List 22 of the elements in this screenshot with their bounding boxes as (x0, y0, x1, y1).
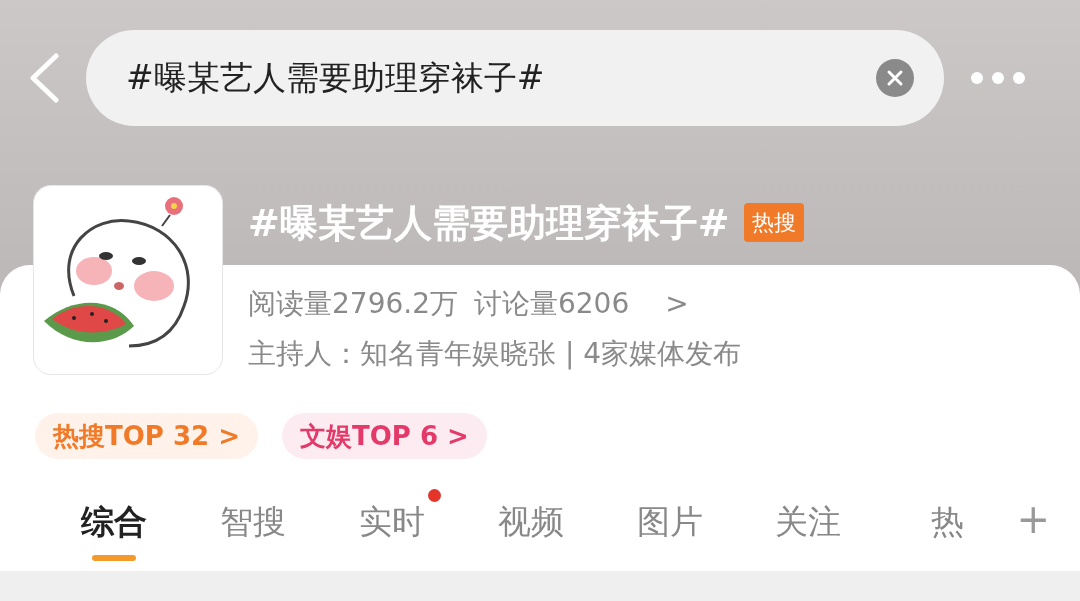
discussion-count: 讨论量6206 (474, 286, 630, 322)
tab[interactable]: 热 (930, 497, 964, 547)
tab-underline (92, 554, 137, 561)
tab[interactable]: 综合 (81, 497, 148, 547)
tab[interactable]: 视频 (497, 497, 564, 547)
back-icon[interactable] (28, 52, 60, 103)
clear-icon[interactable] (876, 58, 914, 97)
search-text: #曝某艺人需要助理穿袜子# (126, 56, 546, 99)
tab[interactable]: 实时 (358, 497, 425, 547)
tab[interactable]: 智搜 (220, 497, 287, 547)
topic-title: #曝某艺人需要助理穿袜子# (248, 200, 730, 247)
tab[interactable]: 图片 (636, 497, 703, 547)
hot-badge: 热搜 (743, 203, 804, 242)
search-field[interactable]: #曝某艺人需要助理穿袜子# (86, 29, 944, 126)
tab[interactable]: 关注 (775, 497, 842, 547)
ranking-chip[interactable]: 文娱TOP 6 > (281, 413, 487, 459)
ranking-chip[interactable]: 热搜TOP 32 > (35, 413, 258, 459)
host-info: 主持人：知名青年娱晓张 | 4家媒体发布 (247, 336, 743, 372)
add-tab-button[interactable]: + (1016, 497, 1050, 541)
more-icon[interactable] (970, 70, 1026, 85)
details-link[interactable]: > (665, 283, 689, 325)
read-count: 阅读量2796.2万 (248, 286, 458, 322)
